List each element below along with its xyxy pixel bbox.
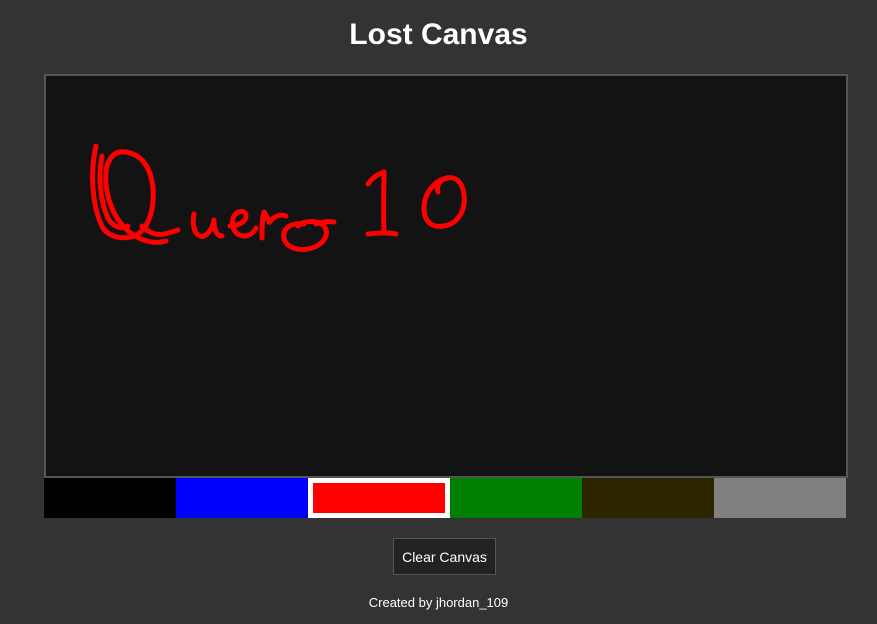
swatch-green[interactable] [450, 478, 582, 518]
app-root: Lost Canvas Clear Canvas Created by jhor… [0, 0, 877, 624]
swatch-black[interactable] [44, 478, 176, 518]
swatch-dark-brown[interactable] [582, 478, 714, 518]
stroke-flourish [313, 219, 337, 227]
stroke-zero [421, 175, 467, 229]
credit-text: Created by jhordan_109 [368, 595, 509, 610]
swatch-gray[interactable] [714, 478, 846, 518]
drawing-canvas[interactable] [44, 74, 848, 478]
stroke-one [365, 169, 399, 237]
stroke-u [190, 211, 225, 239]
drawing-surface [90, 143, 467, 253]
handwritten-drawing [90, 143, 467, 253]
stroke-e [227, 209, 259, 239]
color-palette [44, 478, 846, 518]
stroke-o [281, 219, 329, 253]
swatch-red[interactable] [308, 478, 450, 518]
swatch-blue[interactable] [176, 478, 308, 518]
page-title: Lost Canvas [349, 18, 528, 51]
clear-canvas-button[interactable]: Clear Canvas [393, 538, 496, 575]
